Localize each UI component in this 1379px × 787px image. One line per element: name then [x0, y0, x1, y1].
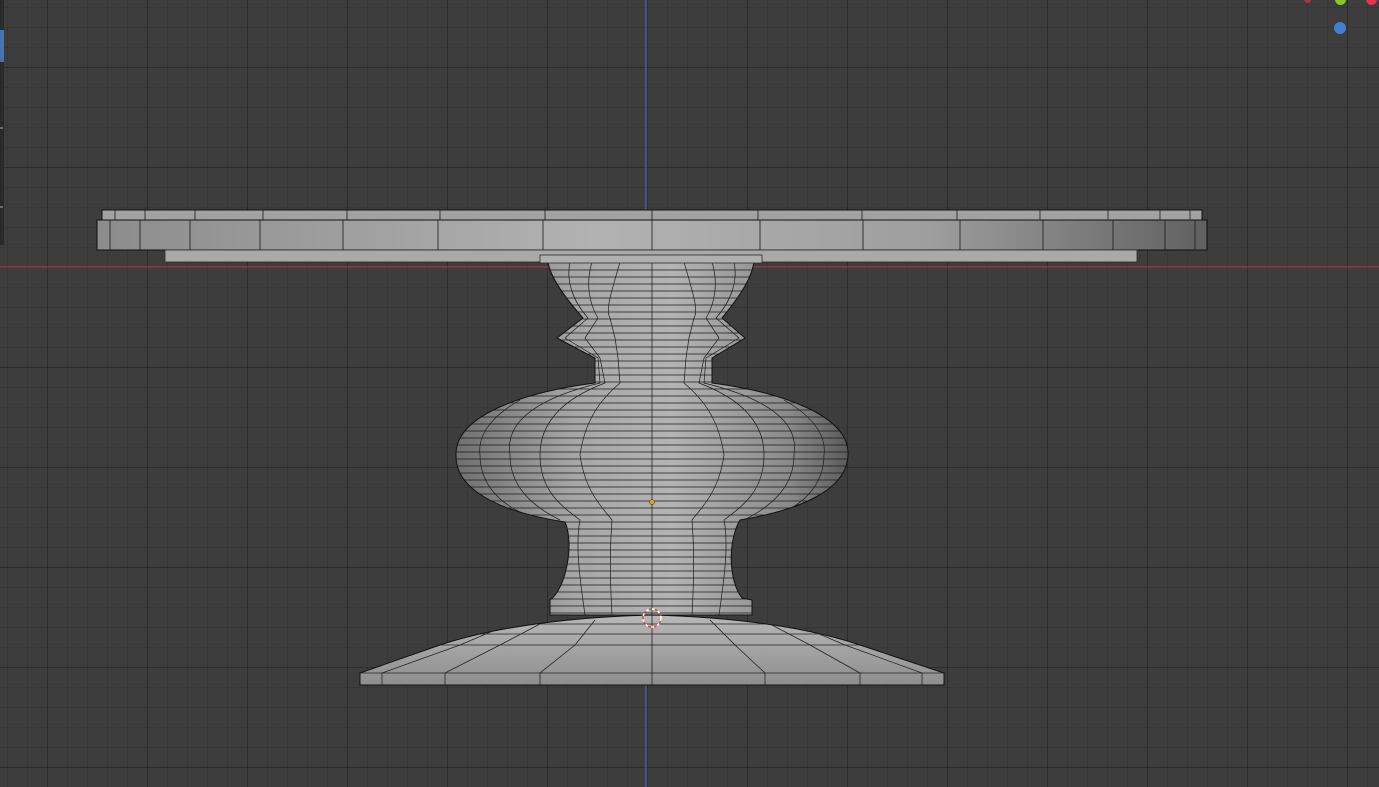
- pedestal-column[interactable]: [440, 261, 870, 616]
- pedestal-base[interactable]: [359, 614, 945, 686]
- table-top[interactable]: [96, 209, 1208, 264]
- mesh-scene[interactable]: [0, 0, 1379, 787]
- object-origin-icon: [649, 499, 655, 505]
- gizmo-z-axis-icon[interactable]: [1334, 22, 1346, 34]
- 3d-viewport[interactable]: [0, 0, 1379, 787]
